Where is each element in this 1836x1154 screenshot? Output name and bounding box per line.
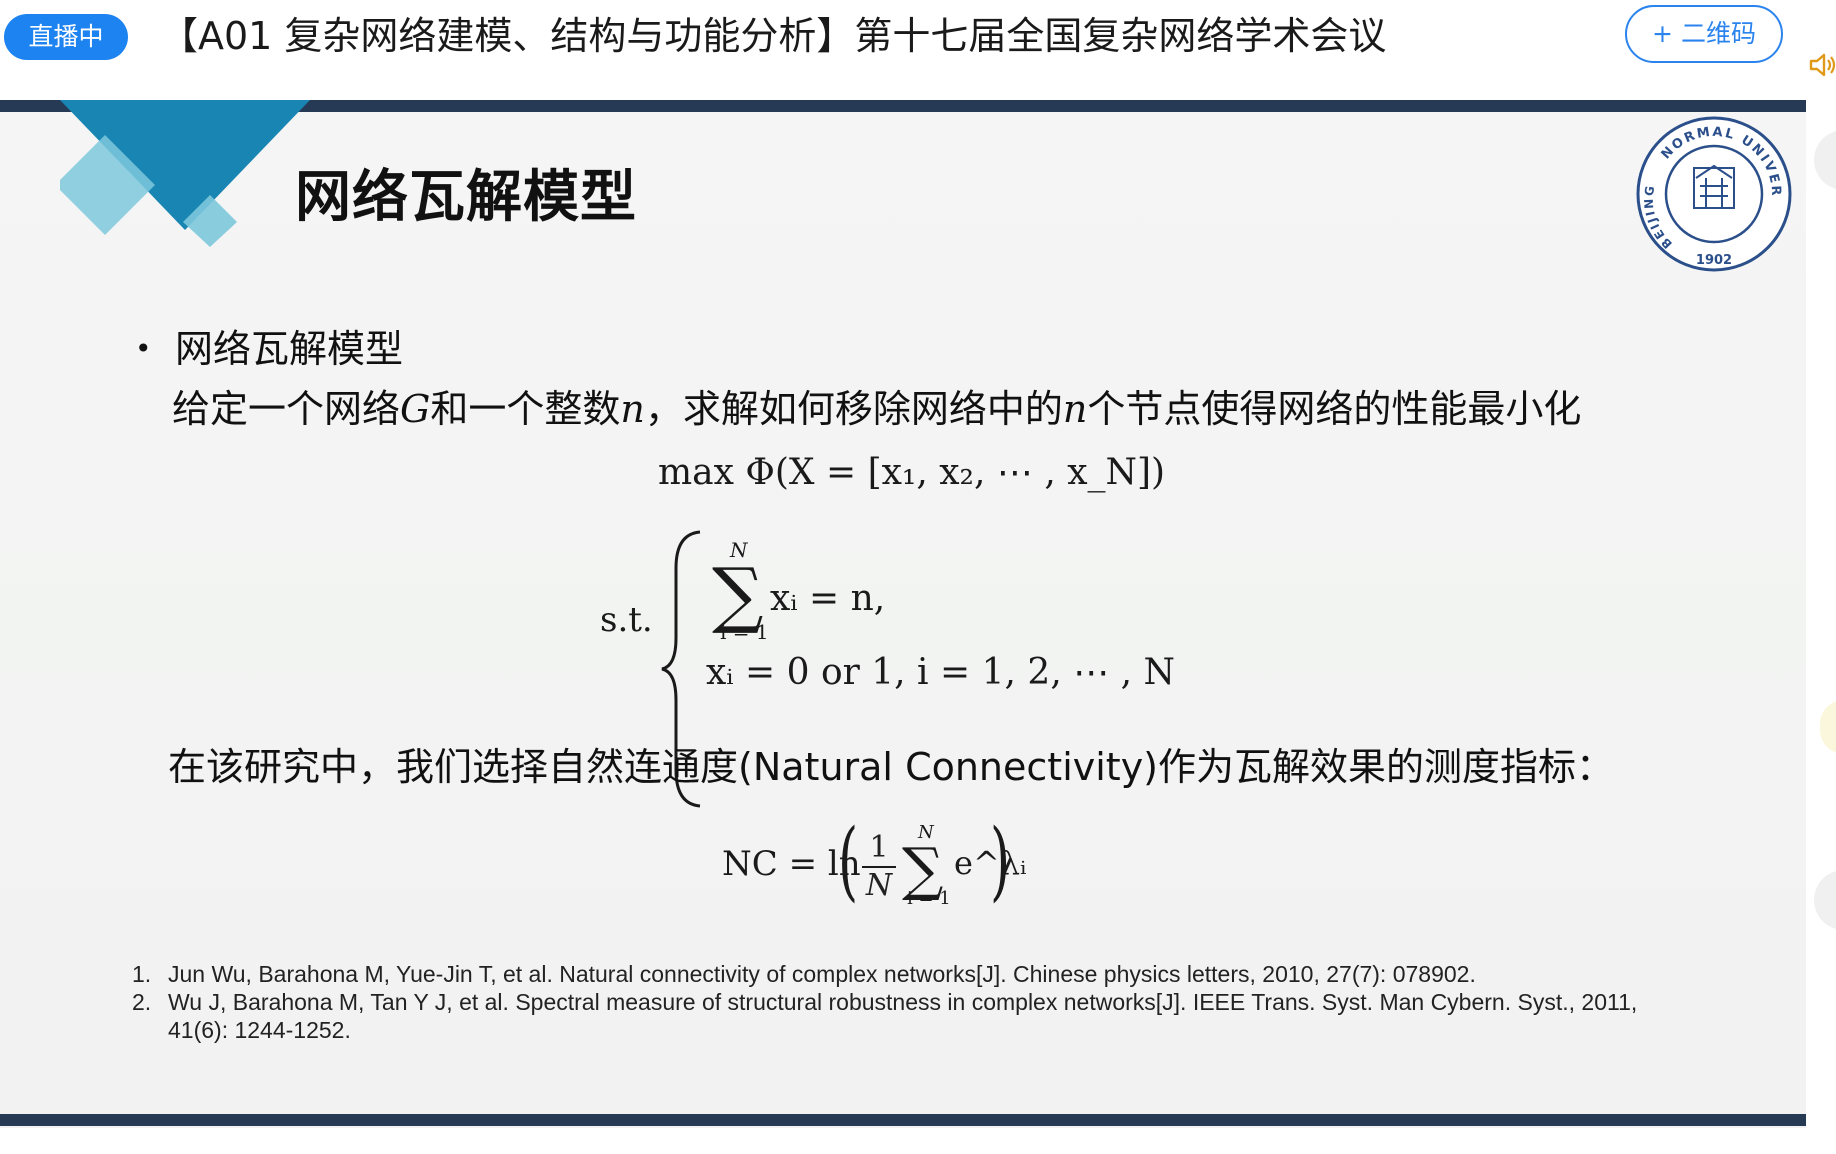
desc-part4: 个节点使得网络的性能最小化 bbox=[1087, 387, 1582, 431]
desc-part2: 和一个整数 bbox=[430, 387, 621, 431]
nc-sum-lower: i = 1 bbox=[907, 888, 951, 909]
problem-description: 给定一个网络G和一个整数n，求解如何移除网络中的n个节点使得网络的性能最小化 bbox=[172, 378, 1581, 433]
reference-text: Wu J, Barahona M, Tan Y J, et al. Spectr… bbox=[168, 989, 1638, 1043]
bottom-area bbox=[0, 1128, 1836, 1154]
var-g: G bbox=[400, 387, 431, 431]
reference-text: Jun Wu, Barahona M, Yue-Jin T, et al. Na… bbox=[168, 961, 1476, 987]
logo-year: 1902 bbox=[1696, 253, 1732, 268]
bullet-dot: • bbox=[135, 332, 152, 365]
nc-frac-num: 1 bbox=[869, 830, 889, 865]
var-n2: n bbox=[1062, 387, 1088, 431]
reference-number: 2. bbox=[132, 989, 152, 1015]
desc-part3: ，求解如何移除网络中的 bbox=[644, 387, 1063, 431]
desc-part1: 给定一个网络 bbox=[172, 387, 401, 431]
nc-fraction: 1 N bbox=[862, 830, 896, 904]
qr-code-button[interactable]: + 二维码 bbox=[1625, 5, 1783, 63]
natural-connectivity-text: 在该研究中，我们选择自然连通度(Natural Connectivity)作为瓦… bbox=[168, 745, 1615, 789]
slide-decoration-diamonds bbox=[60, 100, 310, 247]
nc-paren-left: ( bbox=[838, 811, 859, 911]
sum-lower-limit: i = 1 bbox=[720, 620, 769, 644]
slide-bottom-rule bbox=[0, 1114, 1806, 1126]
nc-paren-right: ) bbox=[990, 811, 1011, 911]
bullet-item: • 网络瓦解模型 bbox=[135, 318, 403, 373]
top-bar: 直播中 【A01 复杂网络建模、结构与功能分析】第十七届全国复杂网络学术会议 +… bbox=[0, 0, 1836, 100]
bullet-text: 网络瓦解模型 bbox=[175, 327, 404, 371]
presentation-slide: 网络瓦解模型 NORMAL UNIVERSITY BEIJING 1902 • 网… bbox=[0, 100, 1806, 1128]
live-badge: 直播中 bbox=[4, 14, 128, 60]
var-n: n bbox=[620, 387, 645, 431]
nc-frac-den: N bbox=[865, 868, 893, 903]
speaker-icon[interactable] bbox=[1808, 50, 1836, 80]
constraint-label: s.t. bbox=[600, 600, 653, 640]
reference-item: 1. Jun Wu, Barahona M, Yue-Jin T, et al. … bbox=[132, 960, 1672, 988]
university-logo: NORMAL UNIVERSITY BEIJING 1902 bbox=[1636, 116, 1792, 272]
slide-heading: 网络瓦解模型 bbox=[295, 165, 637, 230]
reference-item: 2. Wu J, Barahona M, Tan Y J, et al. Spec… bbox=[132, 988, 1672, 1044]
constraint-sum: xᵢ = n, bbox=[770, 578, 886, 619]
references-list: 1. Jun Wu, Barahona M, Yue-Jin T, et al. … bbox=[132, 960, 1672, 1044]
page-title: 【A01 复杂网络建模、结构与功能分析】第十七届全国复杂网络学术会议 bbox=[160, 14, 1387, 58]
objective-formula: max Φ(X = [x₁, x₂, ⋯ , x_N]) bbox=[658, 452, 1166, 493]
constraint-binary: xᵢ = 0 or 1, i = 1, 2, ⋯ , N bbox=[706, 652, 1176, 693]
reference-number: 1. bbox=[132, 961, 152, 987]
